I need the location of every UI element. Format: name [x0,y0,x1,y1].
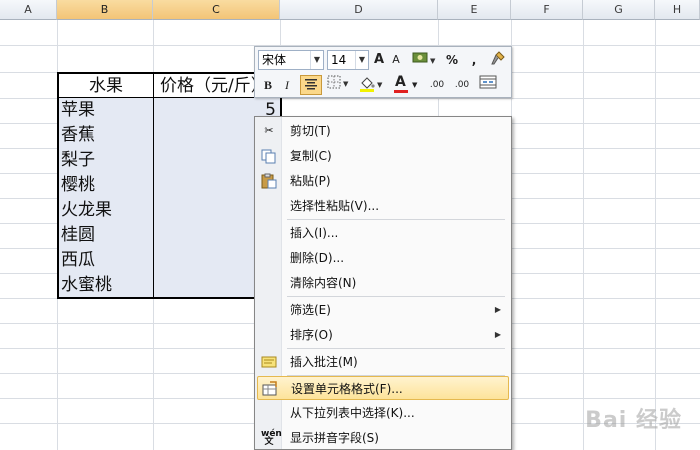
svg-text:▼: ▼ [377,81,383,89]
font-color-letter: A [395,74,406,90]
increase-decimal-icon: .00 [429,80,445,90]
svg-text:▼: ▼ [430,57,436,65]
menu-item-filter[interactable]: 筛选(E) ▶ [257,298,509,322]
menu-item-label: 从下拉列表中选择(K)... [290,406,415,420]
menu-item-label: 插入批注(M) [290,355,358,369]
table-column-divider [153,72,154,299]
center-align-button[interactable] [300,75,322,95]
menu-item-paste-special[interactable]: 选择性粘贴(V)... [257,194,509,218]
decrease-decimal-icon: .00 [454,80,470,90]
paste-icon [261,173,277,189]
merge-cells-icon [479,75,497,89]
font-color-button[interactable]: A ▼ [393,74,421,95]
menu-item-label: 设置单元格格式(F)... [291,382,403,396]
grow-font-button[interactable]: A [372,50,386,70]
align-center-icon [305,79,317,90]
comment-icon [261,354,277,370]
shrink-font-icon: A [392,53,400,66]
comma-button[interactable]: , [467,50,481,70]
menu-item-label: 选择性粘贴(V)... [290,199,380,213]
borders-icon: ▼ [327,75,349,89]
font-size-combo[interactable]: 14 ▼ [327,50,369,70]
format-painter-icon [491,51,505,65]
chevron-down-icon[interactable]: ▼ [355,51,368,69]
menu-item-cut[interactable]: ✂ 剪切(T) [257,119,509,143]
borders-button[interactable]: ▼ [326,75,352,95]
chevron-down-icon[interactable]: ▼ [310,51,323,69]
column-header-f[interactable]: F [511,0,583,20]
copy-icon [261,148,277,164]
format-cells-icon [262,381,278,397]
number-format-button[interactable]: ▼ [409,50,439,70]
menu-item-label: 清除内容(N) [290,276,357,290]
menu-item-label: 删除(D)... [290,251,345,265]
menu-item-clear-contents[interactable]: 清除内容(N) [257,271,509,295]
table-header-divider [57,97,282,98]
currency-format-icon: ▼ [412,52,436,65]
column-header-c[interactable]: C [153,0,280,20]
font-color-swatch [394,90,408,93]
grid-line [655,20,656,450]
menu-item-show-phonetic[interactable]: wén 文 显示拼音字段(S) [257,426,509,450]
increase-decimal-button[interactable]: .00 [426,75,448,95]
column-header-h[interactable]: H [655,0,700,20]
context-menu: ✂ 剪切(T) 复制(C) 粘贴(P) 选择性粘贴(V)... 插入(I)...… [254,116,512,450]
phonetic-icon: wén 文 [261,429,282,447]
menu-item-insert[interactable]: 插入(I)... [257,221,509,245]
grid-line [583,20,584,450]
percent-button[interactable]: % [444,50,460,70]
table-border [57,72,282,299]
column-header-e[interactable]: E [438,0,511,20]
grow-font-icon: A [373,52,385,67]
menu-item-sort[interactable]: 排序(O) ▶ [257,323,509,347]
submenu-arrow-icon: ▶ [494,330,501,339]
column-header-d[interactable]: D [280,0,438,20]
format-painter-button[interactable] [489,50,507,70]
menu-item-pick-from-list[interactable]: 从下拉列表中选择(K)... [257,401,509,425]
menu-item-label: 筛选(E) [290,303,331,317]
watermark: Bai 经验 [585,408,682,433]
font-size-value: 14 [331,53,347,67]
shrink-font-button[interactable]: A [389,50,403,70]
menu-item-label: 显示拼音字段(S) [290,431,379,445]
scissors-icon: ✂ [264,124,274,137]
fill-color-button[interactable]: ▼ [357,75,387,95]
chevron-down-icon[interactable]: ▼ [412,75,417,95]
svg-text:▼: ▼ [343,80,349,88]
menu-item-delete[interactable]: 删除(D)... [257,246,509,270]
font-name-value: 宋体 [262,53,287,67]
menu-item-label: 复制(C) [290,149,332,163]
menu-item-label: 插入(I)... [290,226,339,240]
mini-toolbar: 宋体 ▼ 14 ▼ A A ▼ % , B I ▼ ▼ A ▼ .00 .00 [254,46,512,98]
fill-bucket-icon: ▼ [360,77,383,92]
menu-separator [287,296,505,297]
menu-item-copy[interactable]: 复制(C) [257,144,509,168]
bold-button[interactable]: B [260,75,276,95]
submenu-arrow-icon: ▶ [494,305,501,314]
column-header-b[interactable]: B [57,0,153,20]
decrease-decimal-button[interactable]: .00 [451,75,473,95]
menu-item-label: 粘贴(P) [290,174,331,188]
menu-separator [287,348,505,349]
italic-button[interactable]: I [280,75,294,95]
merge-center-button[interactable] [477,75,499,95]
menu-item-format-cells[interactable]: 设置单元格格式(F)... [257,376,509,400]
menu-item-paste[interactable]: 粘贴(P) [257,169,509,193]
column-header-g[interactable]: G [583,0,655,20]
font-name-combo[interactable]: 宋体 ▼ [258,50,324,70]
menu-item-insert-comment[interactable]: 插入批注(M) [257,350,509,374]
menu-item-label: 剪切(T) [290,124,331,138]
menu-item-label: 排序(O) [290,328,333,342]
menu-separator [287,219,505,220]
column-header-a[interactable]: A [0,0,57,20]
